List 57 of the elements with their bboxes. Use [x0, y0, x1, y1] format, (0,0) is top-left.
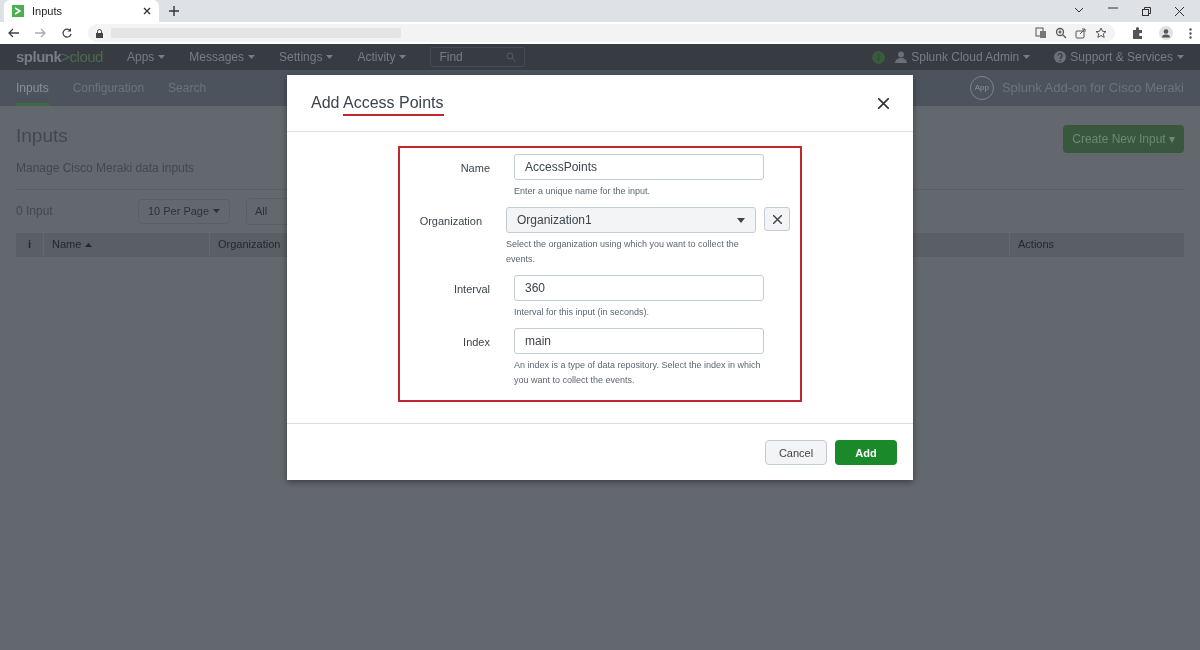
input-field[interactable]: 360 — [514, 275, 764, 301]
input-field[interactable]: main — [514, 328, 764, 354]
profile-icon[interactable] — [1159, 26, 1173, 40]
share-icon[interactable] — [1075, 27, 1087, 39]
caret-icon — [1023, 55, 1031, 59]
menu-item[interactable]: Activity — [357, 48, 407, 66]
menu-item[interactable]: Messages — [189, 48, 256, 66]
splunk-logo[interactable]: splunk>cloud — [16, 45, 103, 69]
close-icon[interactable] — [878, 97, 889, 109]
help-text: Interval for this input (in seconds). — [514, 306, 651, 319]
caret-icon — [158, 55, 166, 59]
user-menu[interactable]: Splunk Cloud Admin — [911, 48, 1031, 66]
caret-icon — [248, 55, 256, 59]
nav-tab[interactable]: Inputs — [16, 70, 49, 106]
star-icon[interactable] — [1095, 27, 1107, 39]
field-label: Interval — [452, 282, 490, 297]
input-field[interactable]: AccessPoints — [514, 154, 764, 180]
menu-item[interactable]: Settings — [279, 48, 334, 66]
help-text: Select the organization using which you want to collect the events. — [506, 238, 740, 266]
new-tab-icon[interactable] — [169, 6, 179, 16]
caret-icon — [213, 209, 221, 214]
minimize-icon[interactable] — [1108, 6, 1118, 9]
more-icon[interactable] — [1189, 27, 1192, 39]
restore-icon[interactable] — [1142, 6, 1151, 16]
help-icon — [1054, 51, 1067, 63]
user-icon — [895, 51, 908, 63]
back-icon[interactable] — [8, 28, 19, 38]
clear-button[interactable] — [764, 207, 790, 231]
lock-icon — [96, 28, 103, 38]
select-field[interactable]: Organization1 — [506, 207, 756, 233]
favicon-icon — [12, 5, 24, 17]
extensions-icon[interactable] — [1131, 27, 1143, 39]
find-field[interactable]: Find — [430, 47, 526, 67]
field-label: Index — [462, 335, 490, 350]
search-icon — [506, 52, 517, 62]
sort-icon — [85, 242, 93, 247]
menu-item[interactable]: Apps — [126, 48, 166, 66]
field-label: Organization — [418, 214, 482, 229]
cancel-button[interactable]: Cancel — [765, 439, 827, 465]
caret-icon — [737, 217, 745, 223]
caret-icon — [326, 55, 334, 59]
caret-icon — [399, 55, 407, 59]
field-label: Name — [459, 161, 490, 176]
chevron-down-icon[interactable] — [1074, 6, 1084, 13]
tab-title: Inputs — [32, 3, 63, 19]
browser-tab[interactable]: Inputs — [4, 0, 159, 22]
support-menu[interactable]: Support & Services — [1070, 48, 1184, 66]
close-icon — [772, 214, 782, 224]
close-icon[interactable] — [143, 7, 151, 15]
caret-icon — [1177, 55, 1184, 59]
translate-icon[interactable] — [1035, 27, 1047, 39]
reload-icon[interactable] — [62, 28, 72, 38]
help-text: An index is a type of data repository. Select the index in which you want to collect the events. — [514, 359, 762, 387]
dialog-title: Add Access Points — [311, 91, 444, 115]
close-icon[interactable] — [1175, 6, 1184, 16]
add-button[interactable]: Add — [835, 439, 897, 465]
zoom-icon[interactable] — [1055, 27, 1067, 39]
